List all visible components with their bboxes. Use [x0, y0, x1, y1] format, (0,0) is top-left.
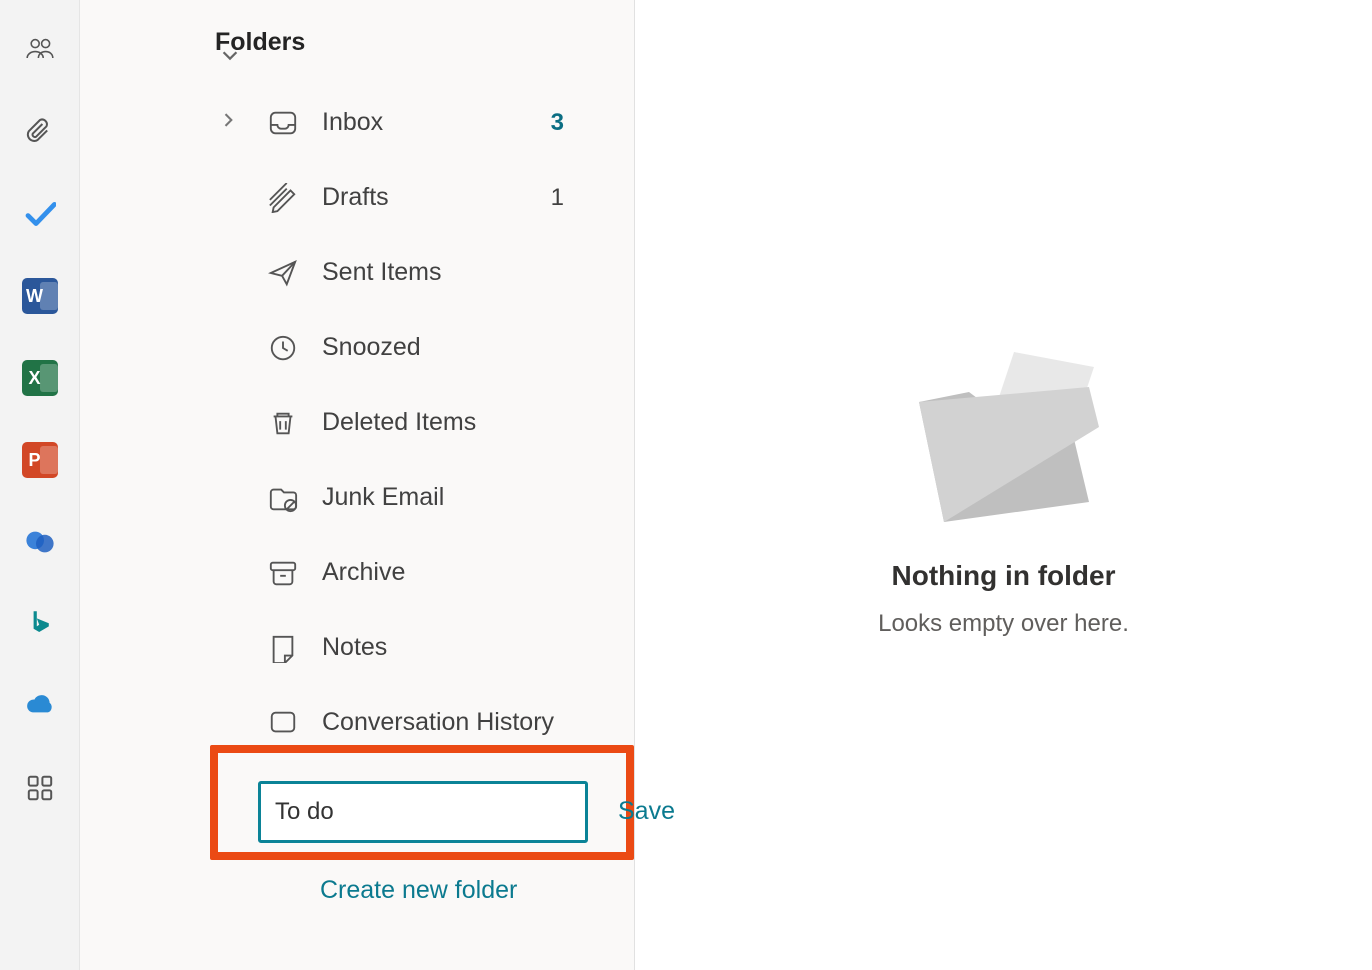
folder-deleted[interactable]: Deleted Items — [80, 385, 634, 460]
sent-icon — [266, 256, 300, 290]
more-apps-icon[interactable] — [20, 768, 60, 808]
snoozed-icon — [266, 331, 300, 365]
attachment-icon[interactable] — [20, 112, 60, 152]
folders-section-header[interactable]: Folders — [80, 18, 634, 85]
word-icon[interactable]: W — [20, 276, 60, 316]
save-button[interactable]: Save — [618, 797, 675, 826]
chevron-down-icon — [215, 40, 245, 70]
app-rail: W X P — [0, 0, 80, 970]
folder-label: Sent Items — [322, 258, 442, 287]
folder-notes[interactable]: Notes — [80, 610, 634, 685]
folder-label: Junk Email — [322, 483, 444, 512]
folder-sent[interactable]: Sent Items — [80, 235, 634, 310]
empty-folder-illustration — [894, 332, 1114, 542]
viva-icon[interactable] — [20, 522, 60, 562]
chevron-right-icon — [218, 108, 238, 137]
empty-state-title: Nothing in folder — [892, 560, 1116, 592]
create-new-folder-link[interactable]: Create new folder — [80, 862, 517, 905]
new-folder-input[interactable] — [258, 781, 588, 843]
notes-icon — [266, 631, 300, 665]
archive-icon — [266, 556, 300, 590]
new-folder-highlight: Save — [210, 745, 634, 860]
folder-label: Snoozed — [322, 333, 421, 362]
bing-icon[interactable] — [20, 604, 60, 644]
folder-junk[interactable]: Junk Email — [80, 460, 634, 535]
onedrive-icon[interactable] — [20, 686, 60, 726]
folder-label: Conversation History — [322, 708, 554, 737]
folder-label: Notes — [322, 633, 387, 662]
powerpoint-icon[interactable]: P — [20, 440, 60, 480]
folder-label: Deleted Items — [322, 408, 476, 437]
people-icon[interactable] — [20, 30, 60, 70]
folder-label: Drafts — [322, 183, 389, 212]
inbox-icon — [266, 106, 300, 140]
folder-archive[interactable]: Archive — [80, 535, 634, 610]
drafts-icon — [266, 181, 300, 215]
folder-count: 3 — [551, 109, 564, 137]
deleted-icon — [266, 406, 300, 440]
folder-label: Archive — [322, 558, 405, 587]
folder-snoozed[interactable]: Snoozed — [80, 310, 634, 385]
convhist-icon — [266, 706, 300, 740]
todo-icon[interactable] — [20, 194, 60, 234]
folders-list: Inbox 3 Drafts 1 Sent Items Snoozed Deleted It… — [80, 85, 634, 760]
folder-pane: Folders Inbox 3 Drafts 1 Sent Items Snoozed De… — [80, 0, 635, 970]
folder-inbox[interactable]: Inbox 3 — [80, 85, 634, 160]
folder-count: 1 — [551, 184, 564, 212]
junk-icon — [266, 481, 300, 515]
empty-state-subtitle: Looks empty over here. — [878, 610, 1129, 638]
excel-icon[interactable]: X — [20, 358, 60, 398]
content-area: Nothing in folder Looks empty over here. — [635, 0, 1372, 970]
folder-drafts[interactable]: Drafts 1 — [80, 160, 634, 235]
folder-label: Inbox — [322, 108, 383, 137]
